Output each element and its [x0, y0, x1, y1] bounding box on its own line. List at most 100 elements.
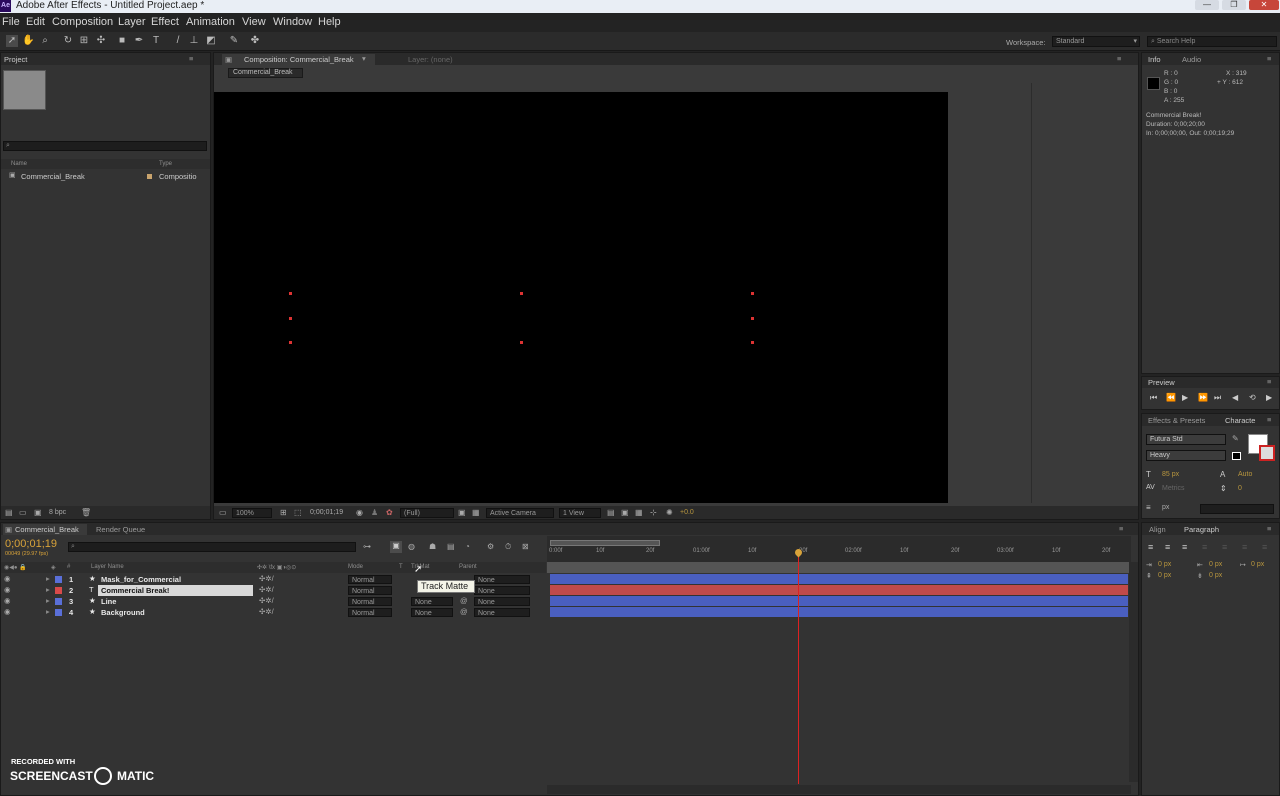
exposure-icon[interactable]: ✺ — [666, 508, 673, 517]
show-snapshot-icon[interactable]: ♟ — [371, 508, 378, 517]
tab-audio[interactable]: Audio — [1182, 55, 1201, 64]
play-icon[interactable]: ▶ — [1182, 393, 1188, 402]
toggle-pixel-aspect-icon[interactable]: ▤ — [607, 508, 615, 517]
layer-duration-bar[interactable] — [550, 607, 1128, 617]
menu-layer[interactable]: Layer — [118, 16, 146, 28]
font-size-value[interactable]: 85 px — [1162, 471, 1179, 478]
label-color-swatch[interactable] — [55, 598, 62, 605]
composition-viewer[interactable] — [214, 92, 948, 503]
exposure-value[interactable]: +0.0 — [680, 509, 694, 516]
tracking-value[interactable]: 0 — [1238, 485, 1242, 492]
region-of-interest-icon[interactable]: ▣ — [458, 508, 466, 517]
puppet-tool-icon[interactable]: ✤ — [249, 35, 261, 47]
fast-previews-icon[interactable]: ▣ — [621, 508, 629, 517]
justify-all-icon[interactable]: ≡ — [1262, 542, 1267, 552]
snapshot-icon[interactable]: ◉ — [356, 508, 363, 517]
channel-icon[interactable]: ✿ — [386, 508, 393, 517]
zoom-tool-icon[interactable]: ⌕ — [39, 35, 51, 47]
current-time[interactable]: 0;00;01;19 — [5, 538, 57, 550]
column-type[interactable]: Type — [159, 161, 172, 167]
layer-duration-bar[interactable] — [550, 596, 1128, 606]
parent-dropdown[interactable]: None — [474, 597, 530, 606]
brush-tool-icon[interactable]: / — [172, 35, 184, 47]
expand-triangle-icon[interactable]: ▸ — [46, 607, 50, 616]
hand-tool-icon[interactable]: ✋ — [22, 35, 34, 47]
previous-frame-icon[interactable]: ⏪ — [1166, 393, 1176, 402]
work-area-bar[interactable] — [550, 540, 660, 546]
layer-name[interactable]: Line — [101, 597, 116, 606]
rectangle-tool-icon[interactable]: ■ — [116, 35, 128, 47]
align-right-icon[interactable]: ≡ — [1182, 542, 1187, 552]
mask-vertex[interactable] — [751, 292, 754, 295]
tab-composition[interactable]: ▣ Composition: Commercial_Break ▾ — [222, 54, 375, 65]
new-folder-icon[interactable]: ▭ — [19, 508, 27, 517]
mode-dropdown[interactable]: Normal — [348, 608, 392, 617]
layer-name[interactable]: Commercial Break! — [101, 586, 169, 595]
table-row[interactable]: ◉ ▸ 3 ★ Line ✣✲/ Normal None @ None — [1, 596, 546, 607]
track-matte-dropdown[interactable]: None — [411, 608, 453, 617]
panel-menu-icon[interactable]: ≡ — [1267, 377, 1271, 386]
pan-behind-tool-icon[interactable]: ✣ — [95, 35, 107, 47]
list-item[interactable]: ▣ Commercial_Break Compositio — [1, 171, 201, 182]
mask-visibility-icon[interactable]: ⬚ — [294, 508, 302, 517]
label-color-swatch[interactable] — [55, 587, 62, 594]
label-color-swatch[interactable] — [55, 609, 62, 616]
tab-timeline[interactable]: ▣ Commercial_Break — [3, 524, 87, 535]
timeline-search-input[interactable]: ⌕ — [68, 542, 356, 552]
tab-render-queue[interactable]: Render Queue — [96, 525, 145, 534]
draft-3d-icon[interactable]: ◍ — [408, 542, 415, 551]
camera-tool-icon[interactable]: ⊞ — [78, 35, 90, 47]
expand-triangle-icon[interactable]: ▸ — [46, 585, 50, 594]
menu-help[interactable]: Help — [318, 16, 341, 28]
eyedropper-icon[interactable]: ✎ — [1232, 434, 1239, 443]
tab-preview[interactable]: Preview — [1148, 378, 1175, 387]
timeline-zoom-bar[interactable] — [547, 785, 1131, 794]
column-parent[interactable]: Parent — [459, 564, 477, 570]
selection-tool-icon[interactable]: ➚ — [6, 35, 18, 47]
graph-editor-icon[interactable]: ⊠ — [522, 542, 529, 551]
parent-dropdown[interactable]: None — [474, 608, 530, 617]
stroke-color-swatch[interactable] — [1259, 445, 1275, 461]
expand-triangle-icon[interactable]: ▸ — [46, 596, 50, 605]
tab-effects-presets[interactable]: Effects & Presets — [1148, 416, 1205, 425]
project-search-input[interactable]: ⌕ — [3, 141, 207, 151]
parent-dropdown[interactable]: None — [474, 586, 530, 595]
pen-tool-icon[interactable]: ✒ — [133, 35, 145, 47]
indent-right-value[interactable]: 0 px — [1209, 561, 1222, 568]
align-center-icon[interactable]: ≡ — [1165, 542, 1170, 552]
timeline-icon[interactable]: ▦ — [635, 508, 643, 517]
expand-triangle-icon[interactable]: ▸ — [46, 574, 50, 583]
menu-edit[interactable]: Edit — [26, 16, 45, 28]
shy-layers-icon[interactable]: ☗ — [429, 542, 436, 551]
mask-vertex[interactable] — [520, 292, 523, 295]
justify-right-icon[interactable]: ≡ — [1242, 542, 1247, 552]
last-frame-icon[interactable]: ⏭ — [1214, 393, 1221, 403]
menu-animation[interactable]: Animation — [186, 16, 235, 28]
font-style-dropdown[interactable]: Heavy — [1146, 450, 1226, 461]
stroke-style-dropdown[interactable] — [1200, 504, 1274, 514]
layer-duration-bar[interactable] — [550, 585, 1128, 595]
first-frame-icon[interactable]: ⏮ — [1150, 393, 1157, 403]
search-help-input[interactable]: ⌕ Search Help — [1147, 36, 1277, 47]
bpc-button[interactable]: 8 bpc — [49, 509, 66, 516]
menu-composition[interactable]: Composition — [52, 16, 113, 28]
frame-blending-icon[interactable]: ▤ — [447, 542, 455, 551]
table-row[interactable]: ◉ ▸ 4 ★ Background ✣✲/ Normal None @ Non… — [1, 607, 546, 618]
panel-menu-icon[interactable]: ≡ — [1117, 54, 1121, 63]
loop-icon[interactable]: ⟲ — [1249, 393, 1256, 402]
interpret-footage-icon[interactable]: ▤ — [5, 508, 13, 517]
mode-dropdown[interactable]: Normal — [348, 597, 392, 606]
brainstorm-icon[interactable]: ⚙ — [487, 542, 494, 551]
clone-stamp-tool-icon[interactable]: ⊥ — [188, 35, 200, 47]
layer-name[interactable]: Mask_for_Commercial — [101, 575, 181, 584]
auto-keyframe-icon[interactable]: ⏱ — [505, 542, 511, 552]
close-button[interactable]: ✕ — [1249, 0, 1279, 10]
mask-vertex[interactable] — [751, 317, 754, 320]
label-color-swatch[interactable] — [55, 576, 62, 583]
pick-whip-icon[interactable]: @ — [460, 607, 468, 616]
motion-blur-icon[interactable]: ◔ — [465, 542, 470, 551]
playhead-line[interactable] — [798, 552, 799, 784]
mode-dropdown[interactable]: Normal — [348, 586, 392, 595]
justify-center-icon[interactable]: ≡ — [1222, 542, 1227, 552]
minimize-button[interactable]: — — [1195, 0, 1219, 10]
